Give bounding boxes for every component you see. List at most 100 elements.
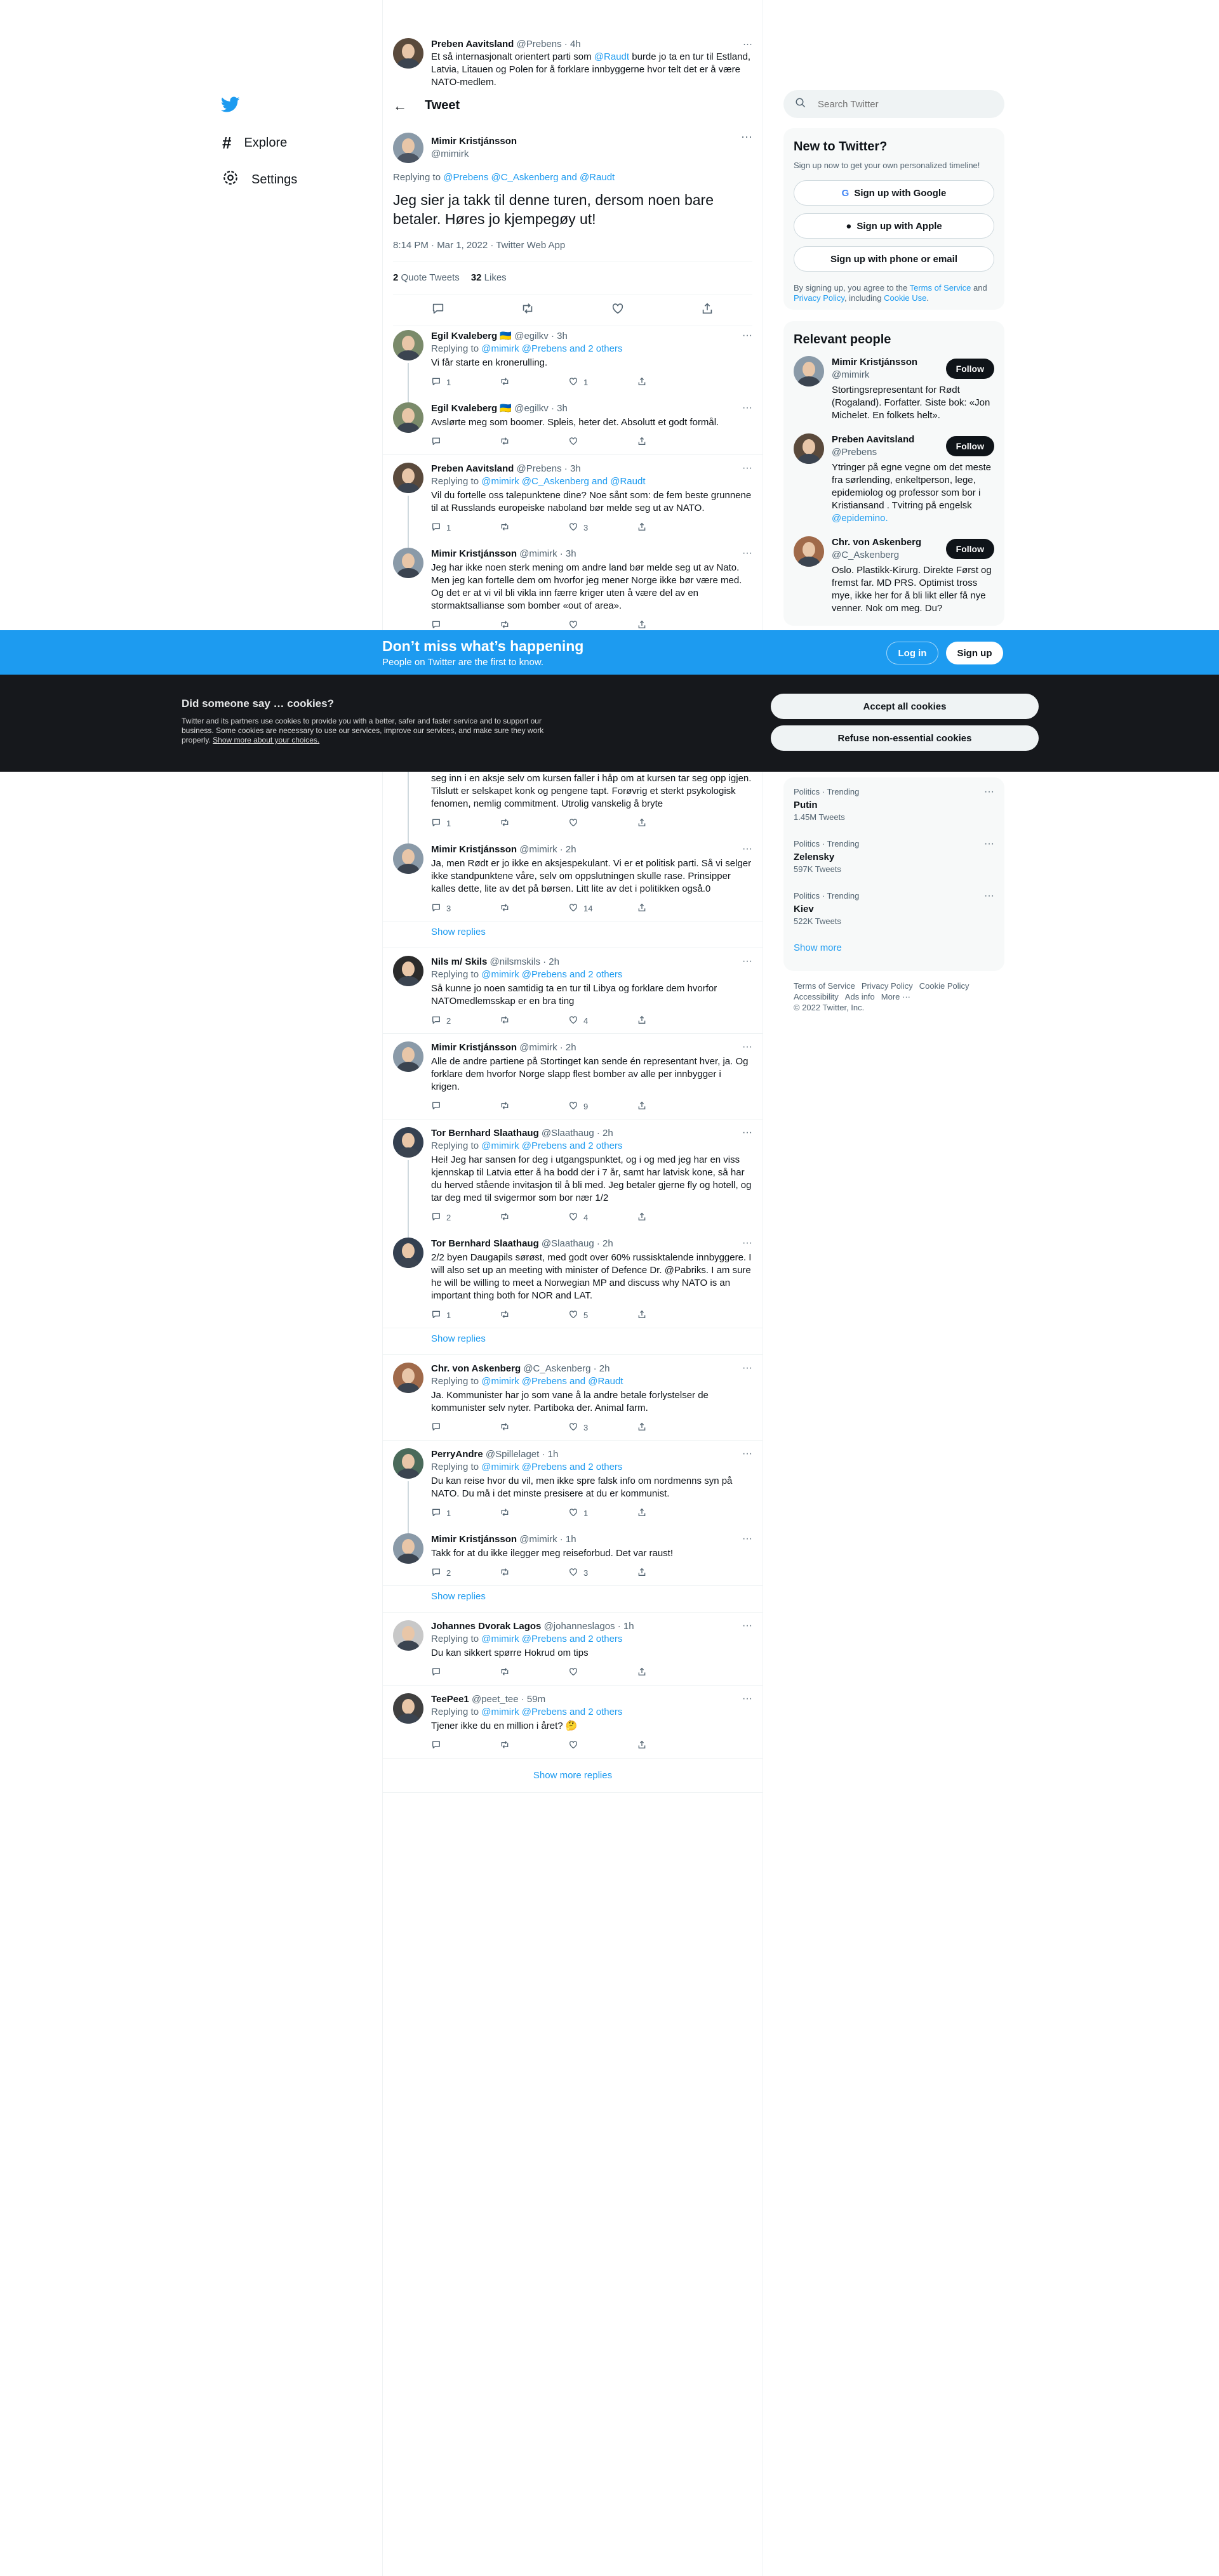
quote-tweets-stat[interactable]: 2 Quote Tweets bbox=[393, 272, 460, 283]
share-action[interactable] bbox=[637, 902, 705, 915]
replying-to-link[interactable]: @Prebens @C_Askenberg and @Raudt bbox=[443, 172, 615, 183]
reply-action[interactable]: 2 bbox=[431, 1212, 500, 1224]
parent-tweet[interactable]: Preben Aavitsland @Prebens · 4h Et så in… bbox=[383, 38, 763, 89]
ellipsis-icon[interactable]: ··· bbox=[742, 402, 752, 414]
privacy-link[interactable]: Privacy Policy bbox=[794, 293, 844, 303]
ellipsis-icon[interactable]: ··· bbox=[742, 1363, 752, 1374]
author-name[interactable]: Johannes Dvorak Lagos bbox=[431, 1621, 541, 1632]
comment-icon[interactable] bbox=[431, 301, 445, 319]
signup-phone-button[interactable]: Sign up with phone or email bbox=[794, 246, 994, 272]
tweet-time[interactable]: · 3h bbox=[560, 548, 576, 559]
follow-button[interactable]: Follow bbox=[945, 436, 994, 456]
like-action[interactable] bbox=[568, 817, 637, 829]
retweet-action[interactable] bbox=[500, 619, 568, 631]
replying-to-link[interactable]: @mimirk @Prebens and 2 others bbox=[481, 1634, 622, 1644]
replying-to-link[interactable]: @mimirk @Prebens and 2 others bbox=[481, 1707, 622, 1717]
retweet-icon[interactable] bbox=[521, 301, 535, 319]
avatar[interactable] bbox=[393, 956, 423, 986]
reply-tweet[interactable]: Chr. von Askenberg @C_Askenberg · 2h Repl… bbox=[383, 1355, 763, 1441]
retweet-action[interactable] bbox=[500, 902, 568, 915]
ellipsis-icon[interactable]: ··· bbox=[742, 548, 752, 559]
replying-to-link[interactable]: @mimirk @Prebens and 2 others bbox=[481, 343, 622, 354]
author-name[interactable]: Mimir Kristjánsson bbox=[431, 1042, 517, 1053]
avatar[interactable] bbox=[794, 356, 824, 386]
replying-to-link[interactable]: @mimirk @Prebens and 2 others bbox=[481, 1462, 622, 1472]
retweet-action[interactable] bbox=[500, 1667, 568, 1679]
like-action[interactable]: 4 bbox=[568, 1015, 637, 1027]
show-replies-link[interactable]: Show replies bbox=[383, 1328, 763, 1355]
tweet-time[interactable]: · 2h bbox=[597, 1238, 613, 1249]
retweet-action[interactable] bbox=[500, 1100, 568, 1113]
like-action[interactable]: 3 bbox=[568, 1422, 637, 1434]
ellipsis-icon[interactable]: ··· bbox=[742, 1533, 752, 1545]
refuse-cookies-button[interactable]: Refuse non-essential cookies bbox=[771, 725, 1039, 751]
search-input[interactable] bbox=[818, 98, 983, 110]
tweet-time[interactable]: · 3h bbox=[551, 403, 568, 414]
search-bar[interactable] bbox=[783, 90, 1004, 118]
ellipsis-icon[interactable]: ··· bbox=[742, 1041, 752, 1053]
author-name[interactable]: Egil Kvaleberg 🇺🇦 bbox=[431, 331, 512, 341]
reply-tweet[interactable]: Nils m/ Skils @nilsmskils · 2h Replying t… bbox=[383, 948, 763, 1034]
reply-action[interactable] bbox=[431, 1667, 500, 1679]
author-name[interactable]: Tor Bernhard Slaathaug bbox=[431, 1128, 539, 1139]
tweet-time[interactable]: · 1h bbox=[618, 1621, 634, 1632]
reply-tweet[interactable]: Tor Bernhard Slaathaug @Slaathaug · 2h Re… bbox=[383, 1120, 763, 1238]
ellipsis-icon[interactable]: ··· bbox=[742, 1620, 752, 1632]
replying-to-link[interactable]: @mimirk @Prebens and @Raudt bbox=[481, 1376, 623, 1387]
reply-action[interactable]: 3 bbox=[431, 902, 500, 915]
avatar[interactable] bbox=[393, 843, 423, 874]
author-name[interactable]: Chr. von Askenberg bbox=[431, 1363, 521, 1374]
ellipsis-icon[interactable]: ··· bbox=[742, 1693, 752, 1705]
login-button[interactable]: Log in bbox=[886, 642, 938, 664]
person-card[interactable]: Mimir Kristjánsson @mimirk Stortingsrepres… bbox=[794, 356, 994, 422]
reply-tweet[interactable]: Tor Bernhard Slaathaug @Slaathaug · 2h 2/… bbox=[383, 1230, 763, 1328]
author-name[interactable]: Mimir Kristjánsson bbox=[431, 844, 517, 855]
footer-ads[interactable]: Ads info bbox=[845, 992, 875, 1001]
share-action[interactable] bbox=[637, 1100, 705, 1113]
like-action[interactable] bbox=[568, 619, 637, 631]
avatar[interactable] bbox=[393, 133, 423, 163]
reply-action[interactable]: 1 bbox=[431, 817, 500, 829]
cookie-more-link[interactable]: Show more about your choices. bbox=[213, 736, 319, 744]
tweet-time[interactable]: · 2h bbox=[560, 1042, 576, 1053]
retweet-action[interactable] bbox=[500, 436, 568, 448]
reply-tweet[interactable]: Johannes Dvorak Lagos @johanneslagos · 1… bbox=[383, 1613, 763, 1686]
ellipsis-icon[interactable]: ··· bbox=[742, 956, 752, 967]
trend-item[interactable]: Politics · Trending Kiev 522K Tweets ··· bbox=[794, 890, 994, 942]
like-action[interactable]: 3 bbox=[568, 522, 637, 534]
signup-apple-button[interactable]: ● Sign up with Apple bbox=[794, 213, 994, 239]
footer-terms[interactable]: Terms of Service bbox=[794, 981, 855, 991]
retweet-action[interactable] bbox=[500, 1740, 568, 1752]
retweet-action[interactable] bbox=[500, 1567, 568, 1579]
reply-tweet[interactable]: Egil Kvaleberg 🇺🇦 @egilkv · 3h Avslørte m… bbox=[383, 395, 763, 455]
show-replies-link[interactable]: Show replies bbox=[383, 921, 763, 948]
author-name[interactable]: PerryAndre bbox=[431, 1449, 483, 1460]
avatar[interactable] bbox=[794, 433, 824, 464]
author-name[interactable]: TeePee1 bbox=[431, 1694, 469, 1705]
tweet-time[interactable]: · 2h bbox=[560, 844, 576, 855]
avatar[interactable] bbox=[393, 1363, 423, 1393]
avatar[interactable] bbox=[393, 1620, 423, 1651]
share-action[interactable] bbox=[637, 376, 705, 388]
author-name[interactable]: Egil Kvaleberg 🇺🇦 bbox=[431, 403, 512, 414]
reply-tweet[interactable]: PerryAndre @Spillelaget · 1h Replying to … bbox=[383, 1441, 763, 1533]
author-name[interactable]: Preben Aavitsland bbox=[431, 39, 514, 50]
retweet-action[interactable] bbox=[500, 817, 568, 829]
reply-action[interactable]: 1 bbox=[431, 1309, 500, 1321]
ellipsis-icon[interactable]: ··· bbox=[742, 1238, 752, 1249]
likes-stat[interactable]: 32 Likes bbox=[471, 272, 507, 283]
avatar[interactable] bbox=[393, 1693, 423, 1724]
footer-privacy[interactable]: Privacy Policy bbox=[862, 981, 913, 991]
footer-more[interactable]: More ··· bbox=[881, 992, 910, 1001]
author-name[interactable]: Tor Bernhard Slaathaug bbox=[431, 1238, 539, 1249]
like-action[interactable]: 4 bbox=[568, 1212, 637, 1224]
share-action[interactable] bbox=[637, 1422, 705, 1434]
avatar[interactable] bbox=[393, 38, 423, 69]
bio-link[interactable]: @epidemino. bbox=[832, 513, 888, 524]
reply-tweet[interactable]: Mimir Kristjánsson @mimirk · 1h Takk for … bbox=[383, 1526, 763, 1586]
like-action[interactable]: 5 bbox=[568, 1309, 637, 1321]
share-action[interactable] bbox=[637, 436, 705, 448]
reply-action[interactable] bbox=[431, 436, 500, 448]
reply-action[interactable]: 1 bbox=[431, 1507, 500, 1519]
avatar[interactable] bbox=[393, 330, 423, 360]
